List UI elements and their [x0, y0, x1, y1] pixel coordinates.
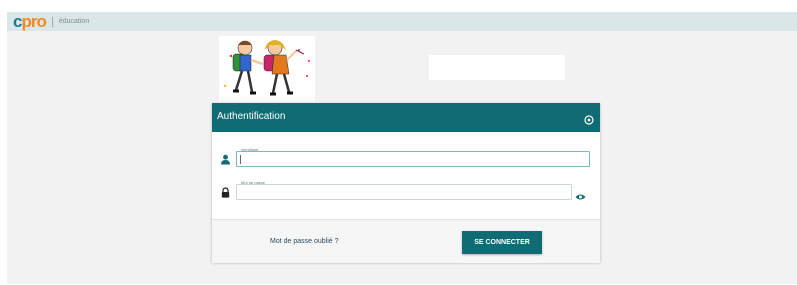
login-footer: Mot de passe oublié ? SE CONNECTER: [212, 219, 600, 263]
forgot-password-link[interactable]: Mot de passe oublié ?: [270, 238, 339, 245]
user-icon: [220, 152, 231, 165]
brand[interactable]: cpro éducation: [13, 13, 89, 30]
login-title: Authentification: [217, 111, 286, 122]
connect-button[interactable]: SE CONNECTER: [462, 231, 542, 254]
help-icon[interactable]: [584, 112, 594, 125]
username-field[interactable]: [236, 151, 590, 167]
login-card: Authentification Identifiant Mot de pass…: [212, 103, 600, 263]
login-header: Authentification: [212, 103, 600, 132]
eye-icon[interactable]: [575, 188, 586, 200]
brand-separator: [51, 16, 53, 27]
lock-icon: [220, 185, 231, 198]
password-field[interactable]: [236, 184, 572, 200]
brand-subtitle: éducation: [58, 18, 90, 25]
top-bar: cpro éducation: [7, 12, 797, 31]
brand-logo: cpro: [13, 12, 47, 31]
blank-panel: [429, 55, 565, 80]
school-kids-illustration: [219, 36, 315, 102]
text-caret: [240, 155, 241, 164]
